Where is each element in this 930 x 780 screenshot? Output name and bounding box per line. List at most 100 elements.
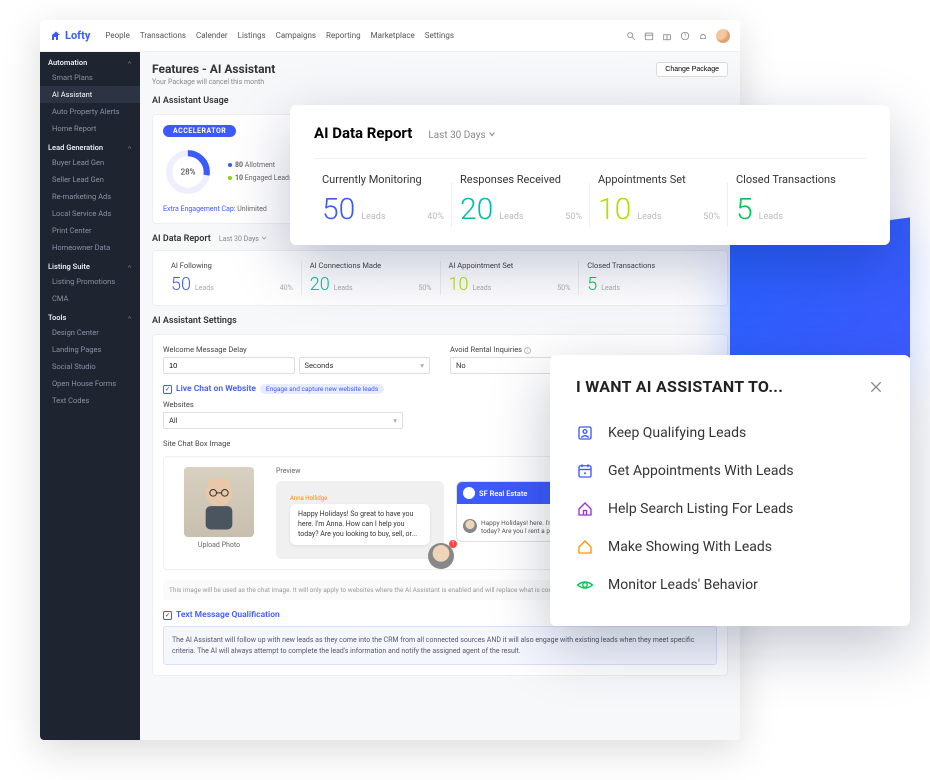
welcome-delay-input[interactable] (163, 357, 295, 374)
ai-option-showing[interactable]: Make Showing With Leads (576, 528, 884, 566)
nav-people[interactable]: People (105, 31, 129, 40)
engaged-count: 10 (235, 174, 243, 182)
eye-icon (576, 576, 594, 594)
change-package-button[interactable]: Change Package (656, 62, 728, 77)
sidebar-section-listing-suite[interactable]: Listing Suite (40, 256, 140, 273)
sidebar-item-landing-pages[interactable]: Landing Pages (40, 341, 140, 358)
sidebar-item-open-house-forms[interactable]: Open House Forms (40, 375, 140, 392)
widget-msg-avatar (463, 519, 477, 533)
sidebar-item-design-center[interactable]: Design Center (40, 324, 140, 341)
stat-pct: 40% (280, 284, 293, 292)
big-stat-label: Currently Monitoring (322, 173, 444, 186)
big-stat-unit: Leads (637, 212, 661, 222)
sidebar-item-listing-promotions[interactable]: Listing Promotions (40, 273, 140, 290)
ai-option-label: Monitor Leads' Behavior (608, 577, 758, 593)
stat-unit: Leads (601, 284, 620, 292)
tmq-description: The AI Assistant will follow up with new… (163, 626, 717, 665)
widget-avatar (463, 487, 475, 499)
calendar-check-icon (576, 462, 594, 480)
ai-option-label: Help Search Listing For Leads (608, 501, 793, 517)
search-icon[interactable] (626, 31, 636, 41)
nav-marketplace[interactable]: Marketplace (371, 31, 415, 40)
brand-logo-icon (50, 30, 62, 42)
stat-number: 20 (310, 274, 330, 295)
sidebar-item-seller-lead-gen[interactable]: Seller Lead Gen (40, 171, 140, 188)
ai-option-qualifying[interactable]: Keep Qualifying Leads (576, 414, 884, 452)
nav-reporting[interactable]: Reporting (326, 31, 361, 40)
svg-text:?: ? (684, 33, 687, 39)
stat-unit: Leads (334, 284, 353, 292)
welcome-delay-label: Welcome Message Delay (163, 345, 430, 354)
close-icon[interactable] (868, 379, 884, 395)
stat-number: 5 (587, 274, 597, 295)
sidebar-item-text-codes[interactable]: Text Codes (40, 392, 140, 409)
top-nav: People Transactions Calender Listings Ca… (105, 31, 454, 40)
qualifying-leads-icon (576, 424, 594, 442)
ai-option-search-listing[interactable]: Help Search Listing For Leads (576, 490, 884, 528)
sidebar-item-buyer-lead-gen[interactable]: Buyer Lead Gen (40, 154, 140, 171)
sidebar-item-remarketing-ads[interactable]: Re-marketing Ads (40, 188, 140, 205)
ai-option-monitor[interactable]: Monitor Leads' Behavior (576, 566, 884, 604)
stat-unit: Leads (472, 284, 491, 292)
sidebar-item-home-report[interactable]: Home Report (40, 120, 140, 137)
checkbox-checked-icon[interactable]: ✓ (163, 611, 172, 620)
big-stat-number: 20 (460, 192, 493, 227)
upload-photo-label[interactable]: Upload Photo (174, 541, 264, 549)
stat-label: AI Appointment Set (449, 261, 571, 270)
bell-icon[interactable] (698, 31, 708, 41)
help-icon[interactable]: ? (680, 31, 690, 41)
welcome-delay-unit-select[interactable]: Seconds ▾ (299, 357, 431, 374)
stat-pct: 50% (557, 284, 570, 292)
mini-stat-closed: Closed Transactions 5Leads (579, 261, 717, 295)
usage-legend: 80 Allotment 10 Engaged Leads (228, 159, 293, 184)
big-report-range[interactable]: Last 30 Days (428, 130, 496, 141)
nav-transactions[interactable]: Transactions (140, 31, 186, 40)
websites-select[interactable]: All ▾ (163, 412, 403, 429)
stat-pct: 50% (419, 284, 432, 292)
topbar: Lofty People Transactions Calender Listi… (40, 20, 740, 52)
chevron-up-icon (127, 60, 132, 65)
mini-stat-connections: AI Connections Made 20Leads50% (302, 261, 441, 295)
sidebar-item-local-service-ads[interactable]: Local Service Ads (40, 205, 140, 222)
page-title: Features - AI Assistant (152, 62, 728, 76)
nav-listings[interactable]: Listings (238, 31, 266, 40)
mini-report-range[interactable]: Last 30 Days (219, 235, 267, 243)
sidebar-section-lead-gen[interactable]: Lead Generation (40, 137, 140, 154)
nav-calender[interactable]: Calender (196, 31, 228, 40)
chat-image-preview[interactable] (184, 467, 254, 537)
sidebar-section-tools[interactable]: Tools (40, 307, 140, 324)
mini-report-heading: AI Data Report (152, 234, 211, 244)
sidebar-item-auto-property-alerts[interactable]: Auto Property Alerts (40, 103, 140, 120)
big-stat-unit: Leads (499, 212, 523, 222)
settings-heading: AI Assistant Settings (152, 316, 728, 326)
checkbox-checked-icon[interactable]: ✓ (163, 385, 172, 394)
sidebar-item-cma[interactable]: CMA (40, 290, 140, 307)
mini-stat-following: AI Following 50Leads40% (163, 261, 302, 295)
calendar-icon[interactable] (644, 31, 654, 41)
sidebar-section-automation[interactable]: Automation (40, 52, 140, 69)
sidebar-item-print-center[interactable]: Print Center (40, 222, 140, 239)
chevron-up-icon (127, 264, 132, 269)
sidebar-item-smart-plans[interactable]: Smart Plans (40, 69, 140, 86)
sidebar-item-homeowner-data[interactable]: Homeowner Data (40, 239, 140, 256)
stat-number: 10 (449, 274, 469, 295)
gift-icon[interactable] (662, 31, 672, 41)
brand-logo[interactable]: Lofty (50, 29, 90, 42)
ai-option-label: Keep Qualifying Leads (608, 425, 746, 441)
reply-badge: 1 (449, 540, 457, 548)
info-icon[interactable]: i (524, 347, 531, 354)
live-chat-label: Live Chat on Website (176, 384, 256, 394)
big-stat-number: 5 (736, 192, 753, 227)
nav-campaigns[interactable]: Campaigns (276, 31, 316, 40)
user-avatar[interactable] (716, 29, 730, 43)
nav-settings[interactable]: Settings (425, 31, 454, 40)
ai-option-appointments[interactable]: Get Appointments With Leads (576, 452, 884, 490)
sidebar-item-ai-assistant[interactable]: AI Assistant (40, 86, 140, 103)
chevron-down-icon (488, 130, 496, 138)
mini-report-card: AI Following 50Leads40% AI Connections M… (152, 250, 728, 306)
chat-sender-name: Anna Hollidge (290, 495, 430, 502)
big-stat-label: Responses Received (460, 173, 582, 186)
sidebar-item-social-studio[interactable]: Social Studio (40, 358, 140, 375)
big-stat-closed: Closed Transactions 5Leads (728, 173, 866, 227)
allotment-label: Allotment (245, 161, 275, 169)
